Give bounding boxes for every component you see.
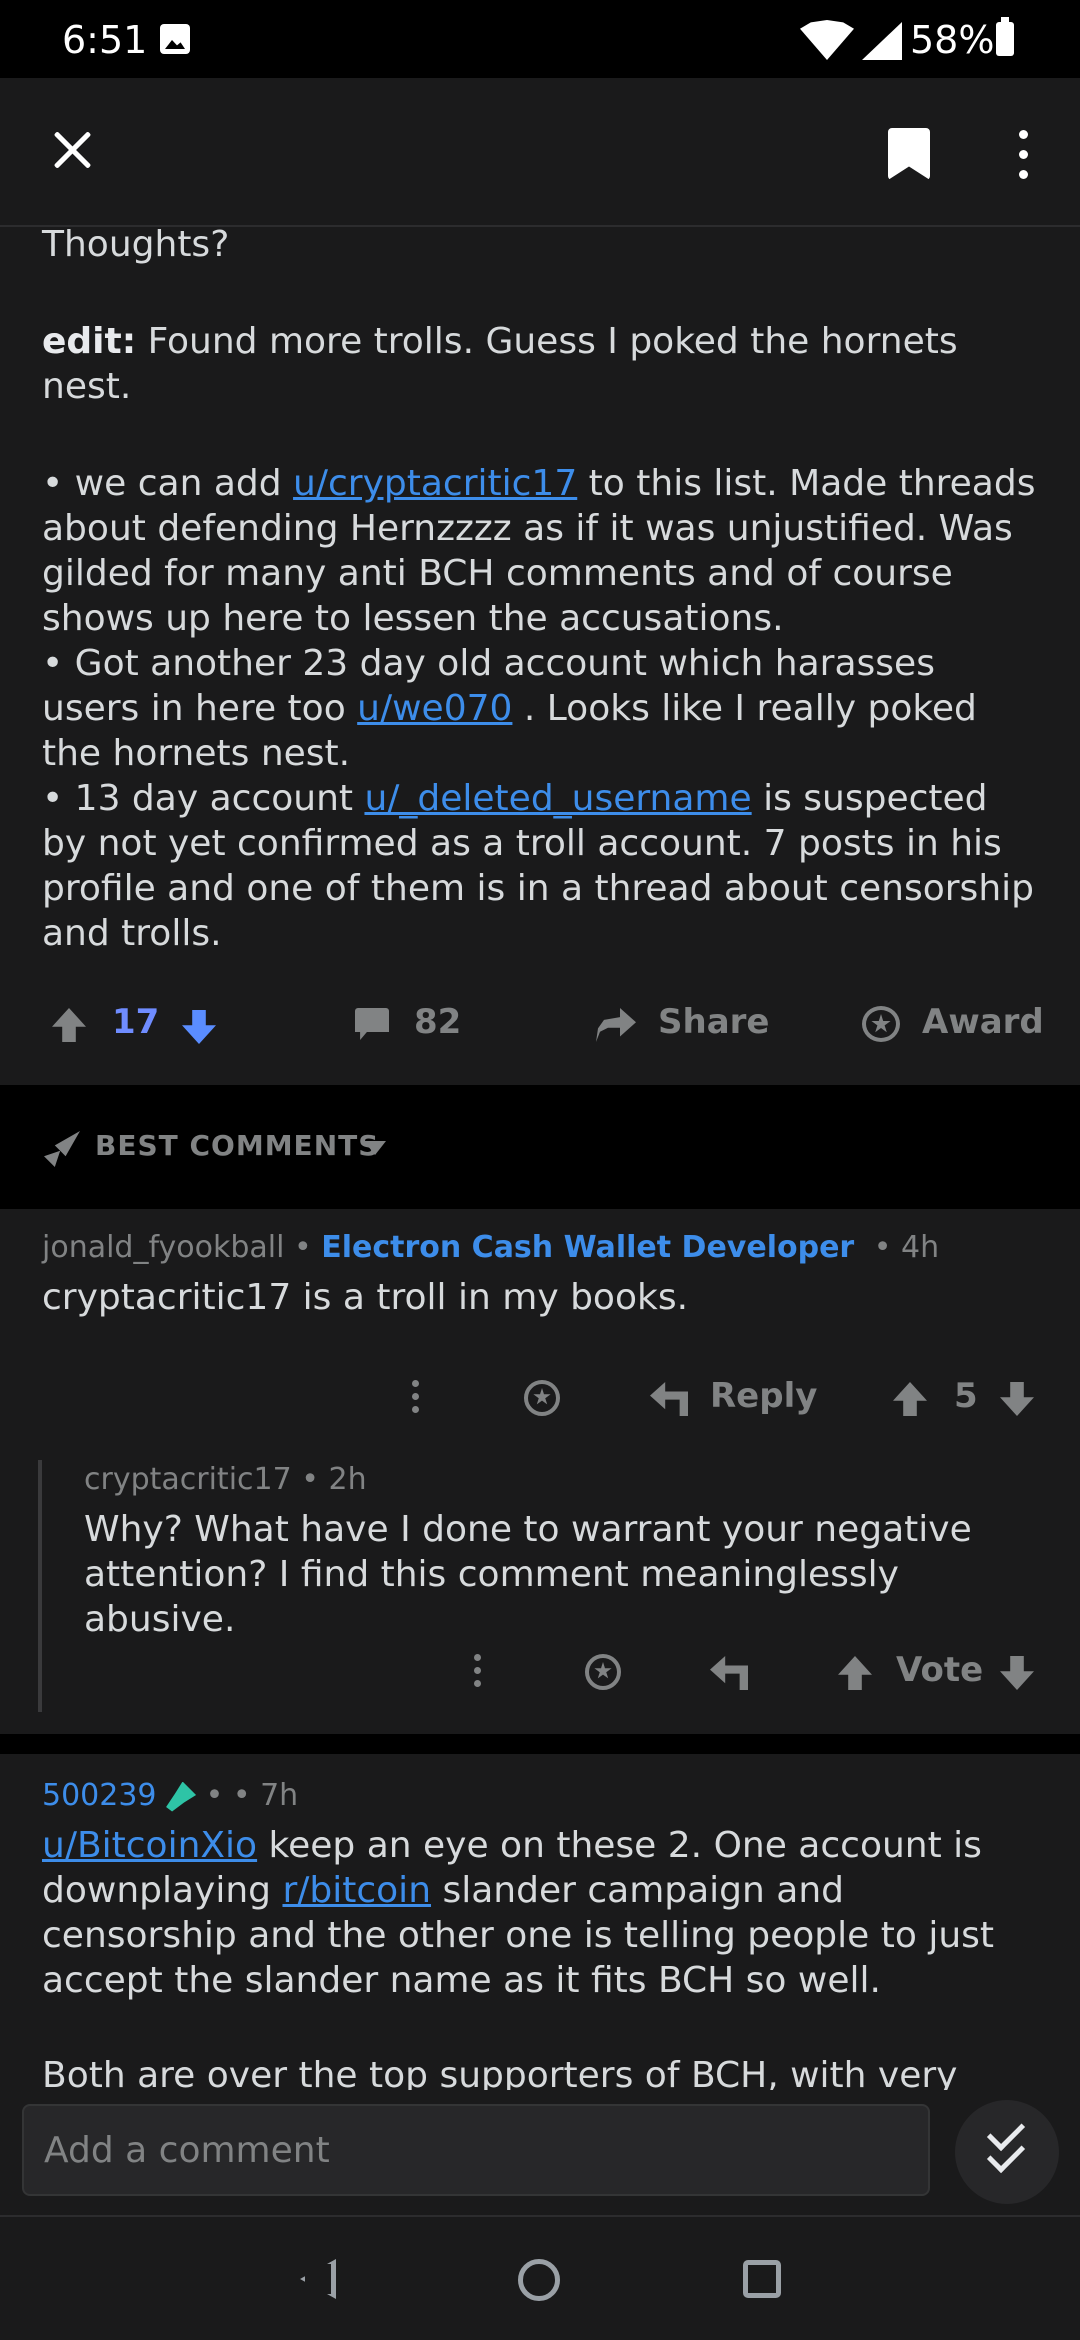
post-action-bar: 17 82 Share Award: [0, 960, 1080, 1085]
comment-age: • • 7h: [205, 1778, 299, 1813]
upvote-icon[interactable]: [893, 1382, 927, 1416]
downvote-icon[interactable]: [1000, 1656, 1034, 1690]
battery-percent: 58%: [910, 18, 995, 62]
upvote-icon[interactable]: [52, 1008, 86, 1042]
comment-2: cryptacritic17 • 2h Why? What have I don…: [84, 1462, 1044, 1642]
award-icon[interactable]: [862, 1006, 900, 1042]
comment-meta: 500239 • • 7h: [42, 1778, 1042, 1813]
comment-more-icon[interactable]: [474, 1654, 482, 1688]
post-bullet-1: • we can add u/cryptacritic17 to this li…: [42, 461, 1042, 641]
microphone-icon: [166, 1781, 197, 1812]
battery-icon: [996, 17, 1014, 56]
user-link-deleted-username[interactable]: u/_deleted_username: [364, 778, 751, 819]
upvote-icon[interactable]: [838, 1656, 872, 1690]
comment-author[interactable]: 500239: [42, 1778, 157, 1813]
post-body: Thoughts? edit: Found more trolls. Guess…: [42, 222, 1042, 956]
bookmark-icon[interactable]: [888, 128, 930, 180]
image-notification-icon: [160, 24, 190, 54]
app-bar: [0, 78, 1080, 227]
post-thoughts: Thoughts?: [42, 224, 230, 265]
downvote-icon[interactable]: [1000, 1382, 1034, 1416]
comment-body: u/BitcoinXio keep an eye on these 2. One…: [42, 1823, 1042, 2003]
comment-meta: jonald_fyookball • Electron Cash Wallet …: [42, 1230, 940, 1265]
award-button[interactable]: Award: [922, 1002, 1044, 1042]
comment-age: • 2h: [301, 1462, 367, 1497]
comment-author[interactable]: jonald_fyookball: [42, 1230, 284, 1265]
comment-divider: [0, 1734, 1080, 1754]
comment-meta: cryptacritic17 • 2h: [84, 1462, 1044, 1497]
wifi-icon: [800, 20, 854, 60]
comment-author[interactable]: cryptacritic17: [84, 1462, 292, 1497]
comment-score: 5: [954, 1376, 978, 1416]
comment-icon[interactable]: [355, 1008, 389, 1040]
comment-2-actions: Vote: [0, 1642, 1080, 1702]
system-nav-bar: [0, 2215, 1080, 2340]
award-icon[interactable]: [524, 1380, 560, 1416]
home-icon[interactable]: [518, 2259, 560, 2301]
rocket-icon: [44, 1131, 80, 1167]
share-button[interactable]: Share: [658, 1002, 769, 1042]
bullet-text: • 13 day account: [42, 778, 365, 819]
reply-icon[interactable]: [650, 1382, 688, 1416]
user-link-we070[interactable]: u/we070: [357, 688, 512, 729]
downvote-icon[interactable]: [182, 1010, 216, 1044]
comment-input-bar: [0, 2090, 1080, 2215]
vote-button[interactable]: Vote: [896, 1650, 983, 1690]
status-bar: 6:51 58%: [0, 0, 1080, 78]
bullet-text: • we can add: [42, 463, 294, 504]
comment-sort-bar[interactable]: BEST COMMENTS: [0, 1085, 1080, 1209]
comment-1: jonald_fyookball • Electron Cash Wallet …: [42, 1230, 1042, 1320]
comment-more-icon[interactable]: [412, 1380, 420, 1414]
vote-count: 17: [112, 1002, 160, 1042]
sort-label[interactable]: BEST COMMENTS: [95, 1129, 379, 1162]
post-bullet-3: • 13 day account u/_deleted_username is …: [42, 776, 1042, 956]
comment-3: 500239 • • 7h u/BitcoinXio keep an eye o…: [42, 1778, 1042, 2143]
edit-label: edit:: [42, 321, 137, 362]
reply-button[interactable]: Reply: [710, 1376, 817, 1416]
status-time: 6:51: [62, 18, 148, 62]
subreddit-link-bitcoin[interactable]: r/bitcoin: [282, 1870, 431, 1911]
reply-icon[interactable]: [710, 1656, 748, 1690]
user-link-bitcoinxio[interactable]: u/BitcoinXio: [42, 1825, 257, 1866]
comment-1-actions: Reply 5: [0, 1368, 1080, 1428]
signal-icon: [862, 22, 902, 60]
comment-count[interactable]: 82: [414, 1002, 461, 1042]
comment-input[interactable]: [22, 2104, 930, 2196]
share-icon[interactable]: [596, 1008, 636, 1042]
user-flair: Electron Cash Wallet Developer: [321, 1230, 855, 1265]
post-edit: edit: Found more trolls. Guess I poked t…: [42, 319, 1042, 409]
recent-apps-icon[interactable]: [743, 2260, 781, 2298]
post-bullet-2: • Got another 23 day old account which h…: [42, 641, 1042, 776]
comment-age: • 4h: [873, 1230, 940, 1265]
award-icon[interactable]: [585, 1654, 621, 1690]
user-link-cryptacritic17[interactable]: u/cryptacritic17: [293, 463, 577, 504]
more-options-icon[interactable]: [1016, 130, 1030, 179]
comment-body: cryptacritic17 is a troll in my books.: [42, 1277, 689, 1318]
jump-down-button[interactable]: [955, 2100, 1059, 2204]
close-icon[interactable]: [52, 130, 92, 170]
comment-body: Why? What have I done to warrant your ne…: [84, 1509, 972, 1640]
back-icon[interactable]: [300, 2259, 336, 2299]
edit-text: Found more trolls. Guess I poked the hor…: [42, 321, 958, 407]
